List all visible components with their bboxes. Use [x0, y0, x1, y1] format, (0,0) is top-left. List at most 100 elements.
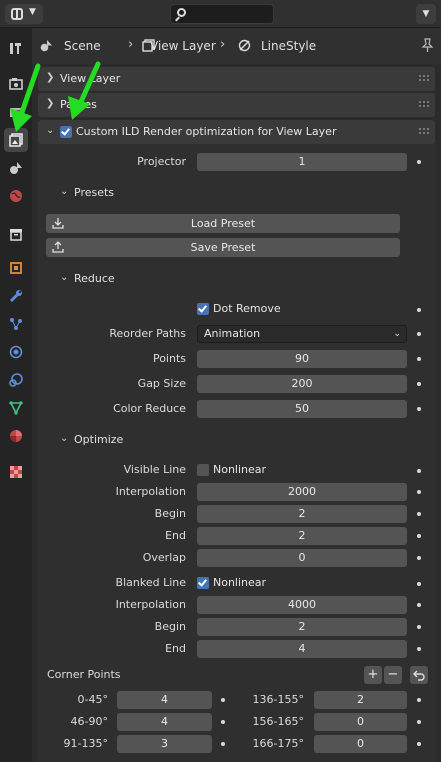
- tab-data[interactable]: [4, 396, 28, 420]
- load-preset-label: Load Preset: [190, 217, 256, 230]
- keyframe-dot-icon[interactable]: [417, 490, 421, 494]
- tab-physics[interactable]: [4, 340, 28, 364]
- breadcrumb-linestyle[interactable]: LineStyle: [261, 39, 316, 53]
- keyframe-dot-icon[interactable]: [417, 582, 421, 586]
- keyframe-dot-icon[interactable]: [417, 357, 421, 361]
- keyframe-dot-icon[interactable]: [417, 534, 421, 538]
- gap-size-field[interactable]: 200: [197, 375, 407, 393]
- tab-collection[interactable]: [4, 222, 28, 246]
- corner-left-label: 0-45°: [77, 693, 108, 706]
- visible-begin-field[interactable]: 2: [197, 505, 407, 523]
- blanked-nonlinear-checkbox[interactable]: [197, 577, 209, 589]
- collection-icon: [10, 229, 22, 241]
- keyframe-dot-icon[interactable]: [417, 742, 421, 746]
- corner-left-label: 46-90°: [70, 715, 108, 728]
- add-corner-point-button[interactable]: +: [364, 666, 382, 684]
- corner-left-label: 91-135°: [63, 737, 108, 750]
- corner-right-field[interactable]: 2: [314, 691, 407, 709]
- end-label: End: [165, 642, 186, 655]
- keyframe-dot-icon[interactable]: [417, 512, 421, 516]
- keyframe-dot-icon[interactable]: [417, 647, 421, 651]
- scene-icon: [40, 40, 52, 52]
- tab-texture[interactable]: [4, 460, 28, 484]
- corner-left-field[interactable]: 4: [117, 691, 212, 709]
- blanked-interpolation-field[interactable]: 4000: [197, 596, 407, 614]
- tab-material[interactable]: [4, 424, 28, 448]
- panel-title: Custom ILD Render optimization for View …: [76, 125, 337, 138]
- header-menu-button[interactable]: ▼: [416, 4, 436, 24]
- blanked-end-field[interactable]: 4: [197, 640, 407, 658]
- drag-handle-icon[interactable]: [419, 128, 429, 136]
- pin-icon[interactable]: [421, 38, 434, 53]
- reorder-paths-value: Animation: [204, 327, 261, 340]
- particles-icon: [10, 318, 22, 330]
- keyframe-dot-icon[interactable]: [221, 698, 225, 702]
- gap-size-label: Gap Size: [137, 377, 186, 390]
- breadcrumb-scene[interactable]: Scene: [64, 39, 101, 53]
- points-label: Points: [152, 352, 186, 365]
- search-icon: [177, 8, 186, 17]
- save-preset-button[interactable]: Save Preset: [46, 238, 400, 257]
- object-icon: [10, 262, 22, 274]
- keyframe-dot-icon[interactable]: [221, 720, 225, 724]
- corner-right-field[interactable]: 0: [314, 713, 407, 731]
- corner-right-field[interactable]: 0: [314, 735, 407, 753]
- visible-interpolation-field[interactable]: 2000: [197, 483, 407, 501]
- keyframe-dot-icon[interactable]: [417, 556, 421, 560]
- chevron-down-icon: ⌄: [60, 433, 69, 444]
- reorder-paths-select[interactable]: Animation ⌄: [197, 325, 407, 343]
- chevron-down-icon: ▼: [29, 7, 36, 17]
- remove-corner-point-button[interactable]: −: [384, 666, 402, 684]
- load-preset-button[interactable]: Load Preset: [46, 214, 400, 233]
- subpanel-title: Presets: [74, 186, 115, 199]
- tab-world[interactable]: [4, 184, 28, 208]
- keyframe-dot-icon[interactable]: [417, 382, 421, 386]
- subpanel-reduce-header[interactable]: ⌄ Reduce: [60, 272, 115, 285]
- tab-scene[interactable]: [4, 156, 28, 180]
- drag-handle-icon[interactable]: [419, 75, 429, 83]
- projector-label: Projector: [137, 155, 186, 168]
- reset-corner-points-button[interactable]: [410, 666, 428, 684]
- editor-type-button[interactable]: ▼: [5, 4, 43, 24]
- tab-particles[interactable]: [4, 312, 28, 336]
- tab-constraints[interactable]: [4, 368, 28, 392]
- subpanel-optimize-header[interactable]: ⌄ Optimize: [60, 433, 123, 446]
- keyframe-dot-icon[interactable]: [417, 625, 421, 629]
- tab-modifiers[interactable]: [4, 284, 28, 308]
- drag-handle-icon[interactable]: [419, 101, 429, 109]
- keyframe-dot-icon[interactable]: [417, 603, 421, 607]
- export-icon: [52, 241, 64, 253]
- keyframe-dot-icon[interactable]: [417, 308, 421, 312]
- tab-tool[interactable]: [4, 36, 28, 60]
- custom-ild-enable-checkbox[interactable]: [60, 126, 72, 138]
- visible-end-field[interactable]: 2: [197, 527, 407, 545]
- wrench-icon: [9, 290, 22, 303]
- keyframe-dot-icon[interactable]: [417, 469, 421, 473]
- keyframe-dot-icon[interactable]: [417, 160, 421, 164]
- color-reduce-field[interactable]: 50: [197, 400, 407, 418]
- chevron-down-icon: ⌄: [60, 272, 69, 283]
- properties-editor-icon: [11, 8, 23, 20]
- breadcrumb-view-layer[interactable]: View Layer: [150, 39, 216, 53]
- reorder-paths-label: Reorder Paths: [109, 327, 186, 340]
- blanked-begin-field[interactable]: 2: [197, 618, 407, 636]
- keyframe-dot-icon[interactable]: [417, 407, 421, 411]
- tab-object[interactable]: [4, 256, 28, 280]
- keyframe-dot-icon[interactable]: [417, 720, 421, 724]
- overlap-label: Overlap: [142, 551, 186, 564]
- corner-left-field[interactable]: 4: [117, 713, 212, 731]
- search-input[interactable]: [170, 4, 274, 24]
- subpanel-presets-header[interactable]: ⌄ Presets: [60, 186, 115, 199]
- overlap-field[interactable]: 0: [197, 549, 407, 567]
- projector-field[interactable]: 1: [197, 153, 407, 171]
- dot-remove-checkbox[interactable]: [197, 303, 209, 315]
- corner-left-field[interactable]: 3: [117, 735, 212, 753]
- breadcrumb-separator-icon: ›: [220, 37, 226, 52]
- keyframe-dot-icon[interactable]: [417, 698, 421, 702]
- keyframe-dot-icon[interactable]: [221, 742, 225, 746]
- properties-content: Scene › View Layer › LineStyle ❯ View La…: [32, 28, 441, 762]
- keyframe-dot-icon[interactable]: [417, 332, 421, 336]
- points-field[interactable]: 90: [197, 350, 407, 368]
- visible-nonlinear-checkbox[interactable]: [197, 464, 209, 476]
- visible-line-label: Visible Line: [123, 463, 186, 476]
